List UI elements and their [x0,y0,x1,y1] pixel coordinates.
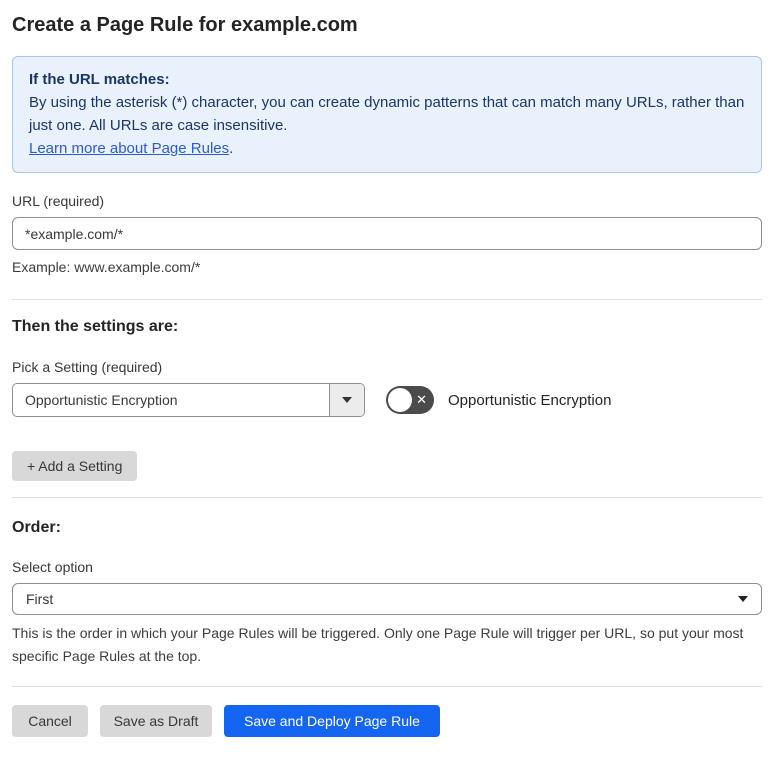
order-help-text: This is the order in which your Page Rul… [12,625,744,664]
url-field-label: URL (required) [12,193,105,209]
learn-more-link[interactable]: Learn more about Page Rules [29,140,229,157]
divider [12,686,762,687]
page-rule-form: Create a Page Rule for example.com If th… [0,0,775,757]
setting-row: Opportunistic Encryption ✕ Opportunistic… [12,383,762,417]
info-box-link-line: Learn more about Page Rules. [29,137,745,160]
url-input[interactable] [12,217,762,250]
order-select-label: Select option [12,559,93,575]
add-setting-button[interactable]: + Add a Setting [12,451,138,481]
url-example-text: Example: www.example.com/* [12,259,201,275]
page-title: Create a Page Rule for example.com [12,14,358,36]
setting-dropdown[interactable]: Opportunistic Encryption [12,383,365,417]
info-box-heading: If the URL matches: [29,71,170,88]
settings-section-heading: Then the settings are: [12,318,179,335]
setting-dropdown-value: Opportunistic Encryption [25,392,178,408]
form-actions: Cancel Save as Draft Save and Deploy Pag… [12,705,762,737]
info-box-body: By using the asterisk (*) character, you… [29,94,745,134]
url-matches-info-box: If the URL matches: By using the asteris… [12,56,762,173]
chevron-down-icon [342,397,352,403]
order-section-heading: Order: [12,519,61,536]
setting-toggle-group: ✕ Opportunistic Encryption [386,386,611,414]
toggle-label: Opportunistic Encryption [448,391,612,409]
pick-setting-label: Pick a Setting (required) [12,359,163,375]
toggle-knob [388,388,412,412]
order-select[interactable]: First [12,583,762,615]
order-select-value: First [26,591,54,607]
setting-dropdown-arrow-button[interactable] [329,384,364,416]
save-as-draft-button[interactable]: Save as Draft [100,705,212,737]
toggle-off-x-icon: ✕ [416,392,427,408]
cancel-button[interactable]: Cancel [12,705,88,737]
divider [12,299,762,300]
link-suffix: . [229,140,234,157]
chevron-down-icon [738,596,748,602]
save-and-deploy-button[interactable]: Save and Deploy Page Rule [224,705,440,737]
divider [12,497,762,498]
opportunistic-encryption-toggle[interactable]: ✕ [386,386,434,414]
